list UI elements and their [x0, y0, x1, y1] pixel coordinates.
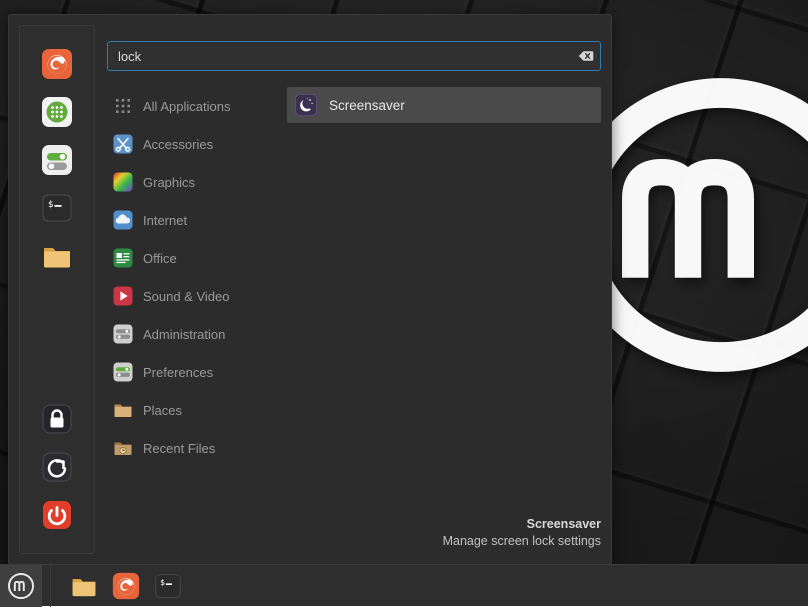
- category-sound-and-video[interactable]: Sound & Video: [107, 277, 279, 315]
- category-label: Sound & Video: [143, 289, 230, 304]
- sliders-icon: [113, 362, 133, 382]
- category-label: Office: [143, 251, 177, 266]
- mint-logo-icon: [7, 572, 35, 600]
- taskbar-panel: $: [0, 564, 808, 606]
- category-preferences[interactable]: Preferences: [107, 353, 279, 391]
- favorite-software-manager[interactable]: [29, 88, 85, 136]
- category-label: Internet: [143, 213, 187, 228]
- lock-icon: [41, 403, 73, 435]
- favorite-files[interactable]: [29, 232, 85, 280]
- category-graphics[interactable]: Graphics: [107, 163, 279, 201]
- search-input[interactable]: [107, 41, 601, 71]
- category-label: Preferences: [143, 365, 213, 380]
- firefox-icon: [112, 572, 140, 600]
- screensaver-moon-icon: [295, 94, 317, 116]
- terminal-icon: $: [41, 192, 73, 224]
- result-item-label: Screensaver: [329, 98, 405, 113]
- color-gradient-icon: [113, 172, 133, 192]
- favorite-quit[interactable]: [29, 491, 85, 539]
- favorites-sidebar: $: [19, 25, 95, 554]
- play-icon: [113, 286, 133, 306]
- svg-text:$: $: [160, 578, 165, 587]
- folder-clock-icon: [113, 438, 133, 458]
- folder-icon: [41, 240, 73, 272]
- logout-icon: [41, 451, 73, 483]
- search-row: [107, 41, 601, 71]
- taskbar-launcher-firefox[interactable]: [109, 569, 143, 603]
- category-label: Administration: [143, 327, 225, 342]
- menu-content-area: All Applications Accessories: [107, 87, 601, 564]
- scissors-icon: [113, 134, 133, 154]
- taskbar-launchers: $: [51, 569, 185, 603]
- folder-icon: [70, 572, 98, 600]
- search-results-list: Screensaver: [279, 87, 601, 564]
- result-item-screensaver[interactable]: Screensaver: [287, 87, 601, 123]
- category-all-applications[interactable]: All Applications: [107, 87, 279, 125]
- firefox-icon: [41, 48, 73, 80]
- power-icon: [41, 499, 73, 531]
- cloud-icon: [113, 210, 133, 230]
- favorite-firefox[interactable]: [29, 40, 85, 88]
- selection-subtitle: Manage screen lock settings: [443, 533, 601, 550]
- system-settings-icon: [41, 144, 73, 176]
- sliders-icon: [113, 324, 133, 344]
- taskbar-launcher-files[interactable]: [67, 569, 101, 603]
- category-label: Recent Files: [143, 441, 215, 456]
- favorite-terminal[interactable]: $: [29, 184, 85, 232]
- software-manager-icon: [41, 96, 73, 128]
- favorite-lock-screen[interactable]: [29, 395, 85, 443]
- category-label: All Applications: [143, 99, 230, 114]
- taskbar-launcher-terminal[interactable]: $: [151, 569, 185, 603]
- category-internet[interactable]: Internet: [107, 201, 279, 239]
- category-administration[interactable]: Administration: [107, 315, 279, 353]
- document-icon: [113, 248, 133, 268]
- svg-text:$: $: [48, 200, 53, 210]
- selection-description: Screensaver Manage screen lock settings: [443, 516, 601, 550]
- folder-icon: [113, 400, 133, 420]
- selection-title: Screensaver: [443, 516, 601, 533]
- category-places[interactable]: Places: [107, 391, 279, 429]
- category-office[interactable]: Office: [107, 239, 279, 277]
- category-list: All Applications Accessories: [107, 87, 279, 564]
- category-label: Graphics: [143, 175, 195, 190]
- category-accessories[interactable]: Accessories: [107, 125, 279, 163]
- menu-right-pane: All Applications Accessories: [95, 15, 611, 564]
- favorite-system-settings[interactable]: [29, 136, 85, 184]
- terminal-icon: $: [154, 572, 182, 600]
- category-recent-files[interactable]: Recent Files: [107, 429, 279, 467]
- grid-dots-icon: [113, 96, 133, 116]
- menu-button[interactable]: [0, 565, 42, 607]
- favorite-log-out[interactable]: [29, 443, 85, 491]
- category-label: Places: [143, 403, 182, 418]
- category-label: Accessories: [143, 137, 213, 152]
- application-menu-panel: $: [8, 14, 612, 565]
- clear-search-icon[interactable]: [577, 47, 595, 65]
